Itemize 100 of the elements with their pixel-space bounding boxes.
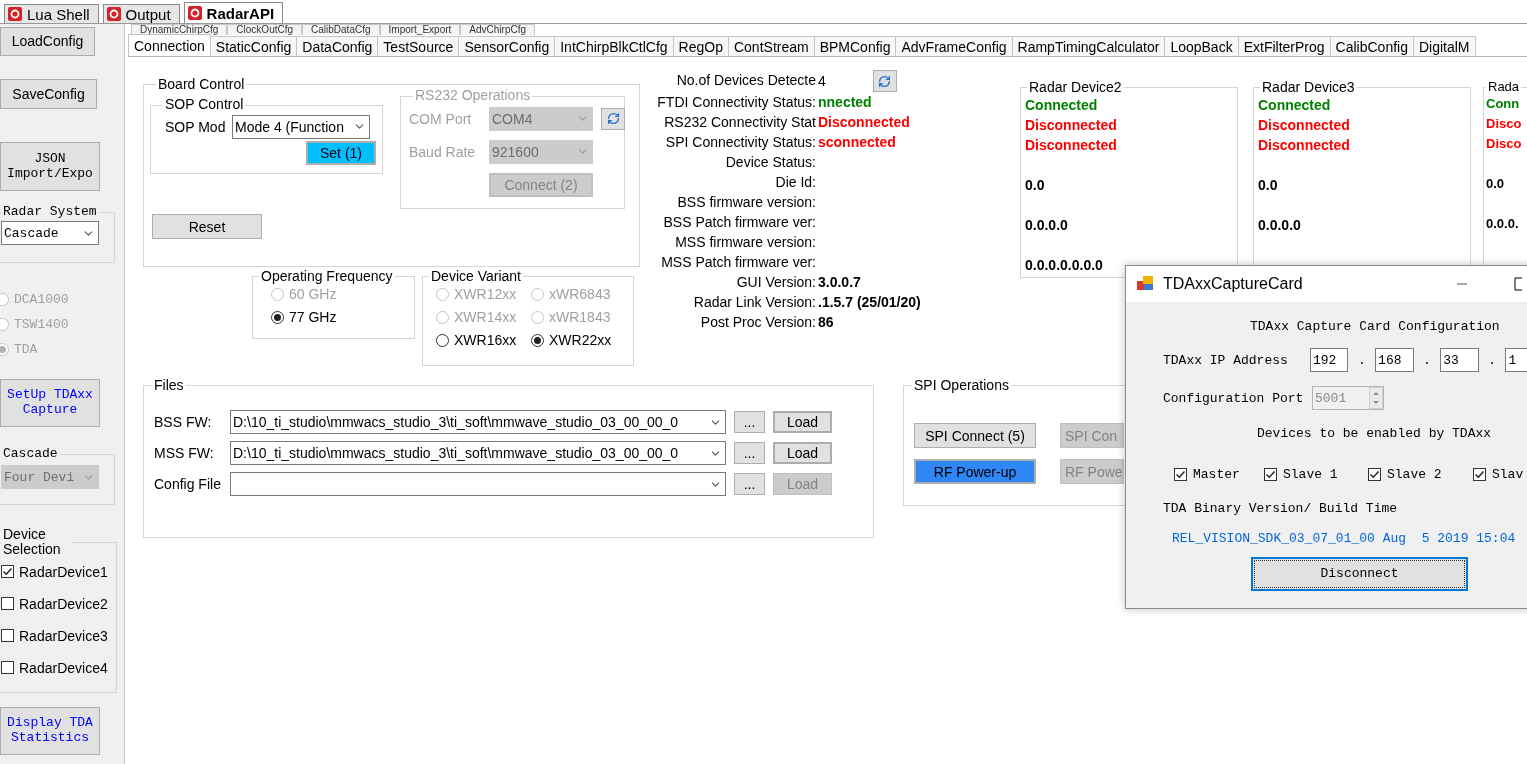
load-button[interactable]: Load [773,442,832,465]
status-label: MSS firmware version: [674,233,817,252]
ip-octet-field[interactable]: 33 [1440,348,1479,372]
checkbox-label: Master [1193,467,1240,482]
group-title: SPI Operations [913,378,1010,394]
checkbox-label: RadarDevice3 [19,627,108,644]
group-title: Device Variant [430,269,522,285]
group-title: Radar System [2,205,98,220]
device-status: Connected [1258,96,1332,116]
ip-octet-field[interactable]: 1 [1505,348,1527,372]
radio-label: DCA1000 [14,292,69,307]
status-value: sconnected [818,133,896,152]
spi-button[interactable]: SPI Connect (5) [914,423,1036,449]
dialog-heading: TDAxx Capture Card Configuration [1250,319,1501,334]
status-label: RS232 Connectivity Stat [663,113,817,132]
checkbox-label: Slave 1 [1283,467,1338,482]
set-button[interactable]: Set (1) [306,140,376,165]
field-label: Configuration Port [1163,390,1305,406]
status-label: Die Id: [774,173,817,192]
group-title: Files [153,378,185,394]
tab[interactable]: CalibConfig [1329,36,1414,56]
device-status: 0.0 [1025,176,1046,196]
device-status: Disconnected [1258,136,1351,156]
ip-octet-field[interactable]: 168 [1375,348,1414,372]
section-label: TDA Binary Version/ Build Time [1163,501,1399,516]
tab[interactable]: ContStream [727,36,815,56]
radio-label: xWR1843 [549,309,611,326]
tab[interactable]: ClockOutCfg [227,24,303,35]
save-config-button[interactable]: SaveConfig [0,79,97,109]
spi-button[interactable]: RF Power-up [914,459,1036,485]
radio-label: 77 GHz [289,309,337,326]
radio-label: XWR22xx [549,332,612,349]
checkbox-label: RadarDevice4 [19,659,108,676]
tab[interactable]: RampTimingCalculator [1011,36,1166,56]
load-button[interactable]: Load [773,411,832,434]
checkbox-label: RadarDevice2 [19,595,108,612]
tab[interactable]: RegOp [672,36,729,56]
disconnect-button[interactable]: Disconnect [1251,557,1468,591]
tab[interactable]: LoopBack [1164,36,1239,56]
device-status: Connected [1025,96,1099,116]
tab[interactable]: SensorConfig [458,36,556,56]
status-label: BSS firmware version: [676,193,817,212]
field-label: COM Port [409,110,473,127]
file-path-field[interactable]: D:\10_ti_studio\mmwacs_studio_3\ti_soft\mmwave_studio_03_00_00_0 [230,410,726,435]
window-title: TDAxxCaptureCard [1163,275,1303,293]
display-statistics-button[interactable]: Display TDA Statistics [0,707,100,755]
radio-label: TSW1400 [14,317,69,332]
document-tab[interactable]: Lua Shell [4,4,99,23]
tab[interactable]: DigitalM [1412,36,1476,56]
device-status: 0.0.0. [1486,215,1520,234]
file-path-field[interactable]: D:\10_ti_studio\mmwacs_studio_3\ti_soft\mmwave_studio_03_00_00_0 [230,441,726,466]
dropdown[interactable]: Cascade [1,221,99,246]
device-status: Disco [1486,115,1523,134]
tab[interactable]: StaticConfig [209,36,298,56]
status-value: .1.5.7 (25/01/20) [818,293,921,312]
status-value: 4 [818,72,826,91]
document-tab[interactable]: RadarAPI [183,2,284,23]
radio-label: TDA [14,342,38,357]
ip-octet-field[interactable]: 192 [1309,348,1349,372]
tab[interactable]: IntChirpBlkCtlCfg [554,36,674,56]
browse-button[interactable]: ... [734,411,765,434]
tab[interactable]: AdvFrameConfig [895,36,1013,56]
tab[interactable]: TestSource [377,36,460,56]
device-status: Disconnected [1258,116,1351,136]
setup-capture-button[interactable]: SetUp TDAxx Capture [0,379,100,427]
field-label: BSS FW: [154,414,213,431]
reset-button[interactable]: Reset [152,214,262,240]
document-tab[interactable]: Output [102,4,180,23]
tab[interactable]: BPMConfig [813,36,897,56]
tab[interactable]: CalibDataCfg [302,24,380,35]
radio-label: XWR14xx [454,309,517,326]
tab[interactable]: AdvChirpCfg [460,24,536,35]
device-status: Disconnected [1025,116,1118,136]
status-value: nnected [818,93,872,112]
device-status: Disco [1486,135,1523,154]
tab[interactable]: Import_Export [379,24,461,35]
browse-button[interactable]: ... [734,442,765,465]
json-import-export-button[interactable]: JSON Import/Expo [0,142,100,191]
load-config-button[interactable]: LoadConfig [0,27,95,56]
radio-label: xWR6843 [549,286,611,303]
status-label: No.of Devices Detecte [675,71,817,90]
group-title: Radar Device2 [1028,80,1123,96]
device-status: Conn [1486,95,1521,114]
field-label: SOP Mod [165,118,227,135]
field-label: MSS FW: [154,445,215,462]
status-label: FTDI Connectivity Status: [656,93,817,112]
group-title: Operating Frequency [260,269,394,285]
device-status: 0.0.0.0.0.0.0 [1025,256,1104,276]
dropdown[interactable]: Mode 4 (Function [232,114,370,139]
browse-button[interactable]: ... [734,473,765,496]
group-title: Board Control [157,77,246,93]
tab[interactable]: Connection [128,34,211,56]
ip-separator: . [1356,352,1367,368]
status-label: GUI Version: [735,273,817,292]
group-title: Radar Device3 [1261,80,1356,96]
ip-separator: . [1422,352,1432,368]
status-label: Radar Link Version: [692,293,817,312]
tab[interactable]: DataConfig [296,36,379,56]
tab[interactable]: ExtFilterProg [1237,36,1331,56]
device-status: 0.0.0.0 [1258,216,1302,236]
